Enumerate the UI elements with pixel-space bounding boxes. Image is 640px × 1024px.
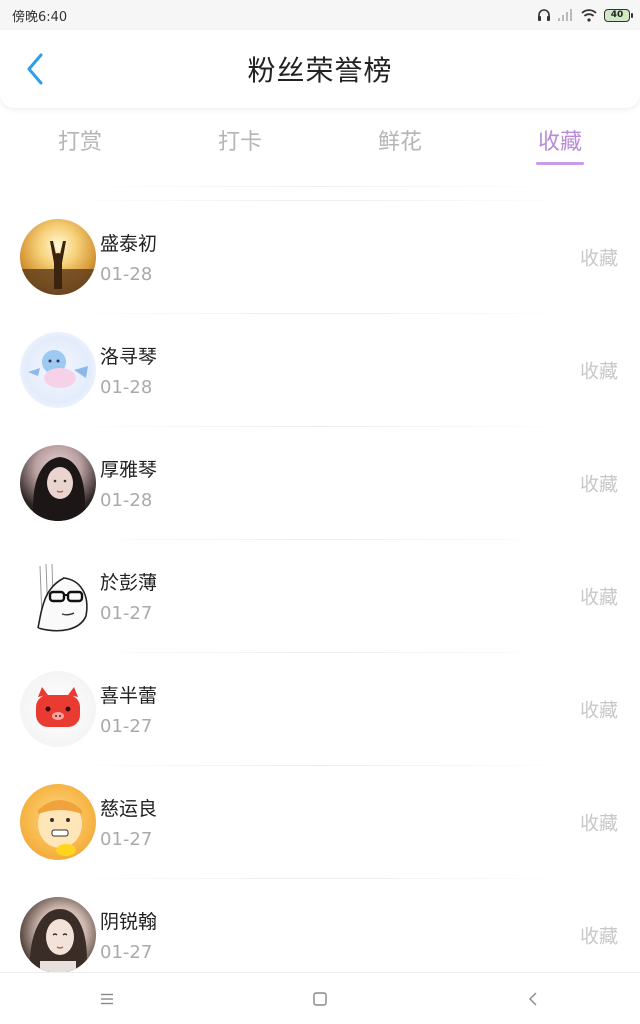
user-name: 慈运良 [100,797,158,820]
back-button[interactable] [18,52,52,86]
wifi-icon [581,8,597,22]
row-text: 喜半蕾 01-27 [100,681,157,737]
tab-checkin[interactable]: 打卡 [160,112,320,172]
headphones-icon [537,8,551,22]
square-icon [313,991,327,1006]
system-nav-bar [0,972,640,1024]
row-text: 盛泰初 01-28 [100,229,157,285]
action-label: 收藏 [579,247,618,269]
divider [60,878,580,879]
action-label: 收藏 [579,812,618,834]
user-name: 阴锐翰 [100,910,158,933]
cartoon-avatar [20,331,96,408]
glasses-sketch-avatar [20,557,96,634]
page-title: 粉丝荣誉榜 [247,54,393,87]
status-icons: 40 [537,8,633,22]
woman-photo-avatar [20,896,96,972]
user-name: 厚雅琴 [100,458,158,481]
status-time: 傍晚6:40 [12,9,68,25]
tab-favorites[interactable]: 收藏 [480,112,640,172]
list-item[interactable]: 於彭薄 01-27 收藏 [0,539,640,652]
yellow-cartoon-avatar [20,783,96,860]
date-label: 01-28 [100,489,153,511]
tab-bar: 打赏 打卡 鲜花 收藏 [0,112,640,172]
pig-avatar [20,670,96,747]
chevron-left-icon [529,992,537,1005]
action-label: 收藏 [579,699,618,721]
divider [60,652,580,653]
divider [60,765,580,766]
divider [60,539,580,540]
row-text: 於彭薄 01-27 [100,568,157,624]
header: 粉丝荣誉榜 [0,30,640,108]
status-bar: 傍晚6:40 40 [0,0,640,30]
user-name: 洛寻琴 [100,345,158,368]
action-label: 收藏 [579,360,618,382]
system-back-button[interactable] [503,979,563,1019]
menu-button[interactable] [77,979,137,1019]
girl-photo-avatar [20,444,96,521]
list-item[interactable]: 慈运良 01-27 收藏 [0,765,640,878]
signal-icon [558,9,574,21]
user-name: 盛泰初 [100,232,158,255]
divider [60,200,580,201]
list-item[interactable]: 盛泰初 01-28 收藏 [0,200,640,313]
action-label: 收藏 [579,925,618,947]
row-text: 慈运良 01-27 [100,794,157,850]
date-label: 01-28 [100,376,153,398]
user-name: 於彭薄 [100,571,158,594]
menu-icon [100,993,113,1004]
action-label: 收藏 [579,586,618,608]
row-text: 阴锐翰 01-27 [100,907,157,963]
divider [60,313,580,314]
date-label: 01-27 [100,715,153,737]
sunset-photo-avatar [20,218,96,295]
list-item[interactable]: 喜半蕾 01-27 收藏 [0,652,640,765]
list-item[interactable]: 厚雅琴 01-28 收藏 [0,426,640,539]
battery-icon: 40 [604,8,633,22]
list-item[interactable]: 洛寻琴 01-28 收藏 [0,313,640,426]
chevron-left-icon [27,53,43,85]
date-label: 01-27 [100,828,153,850]
home-button[interactable] [290,979,350,1019]
tab-flowers[interactable]: 鲜花 [320,112,480,172]
user-name: 喜半蕾 [100,684,158,707]
date-label: 01-27 [100,602,153,624]
battery-level: 40 [610,10,624,20]
list-item[interactable]: 阴锐翰 01-27 收藏 [0,878,640,972]
row-text: 洛寻琴 01-28 [100,342,157,398]
divider [60,426,580,427]
date-label: 01-27 [100,941,153,963]
tab-divider [70,186,570,187]
row-text: 厚雅琴 01-28 [100,455,157,511]
action-label: 收藏 [579,473,618,495]
date-label: 01-28 [100,263,153,285]
fan-list: 盛泰初 01-28 收藏 洛寻琴 01-28 收藏 厚雅琴 01-28 收藏 於… [0,200,640,972]
tab-reward[interactable]: 打赏 [0,112,160,172]
